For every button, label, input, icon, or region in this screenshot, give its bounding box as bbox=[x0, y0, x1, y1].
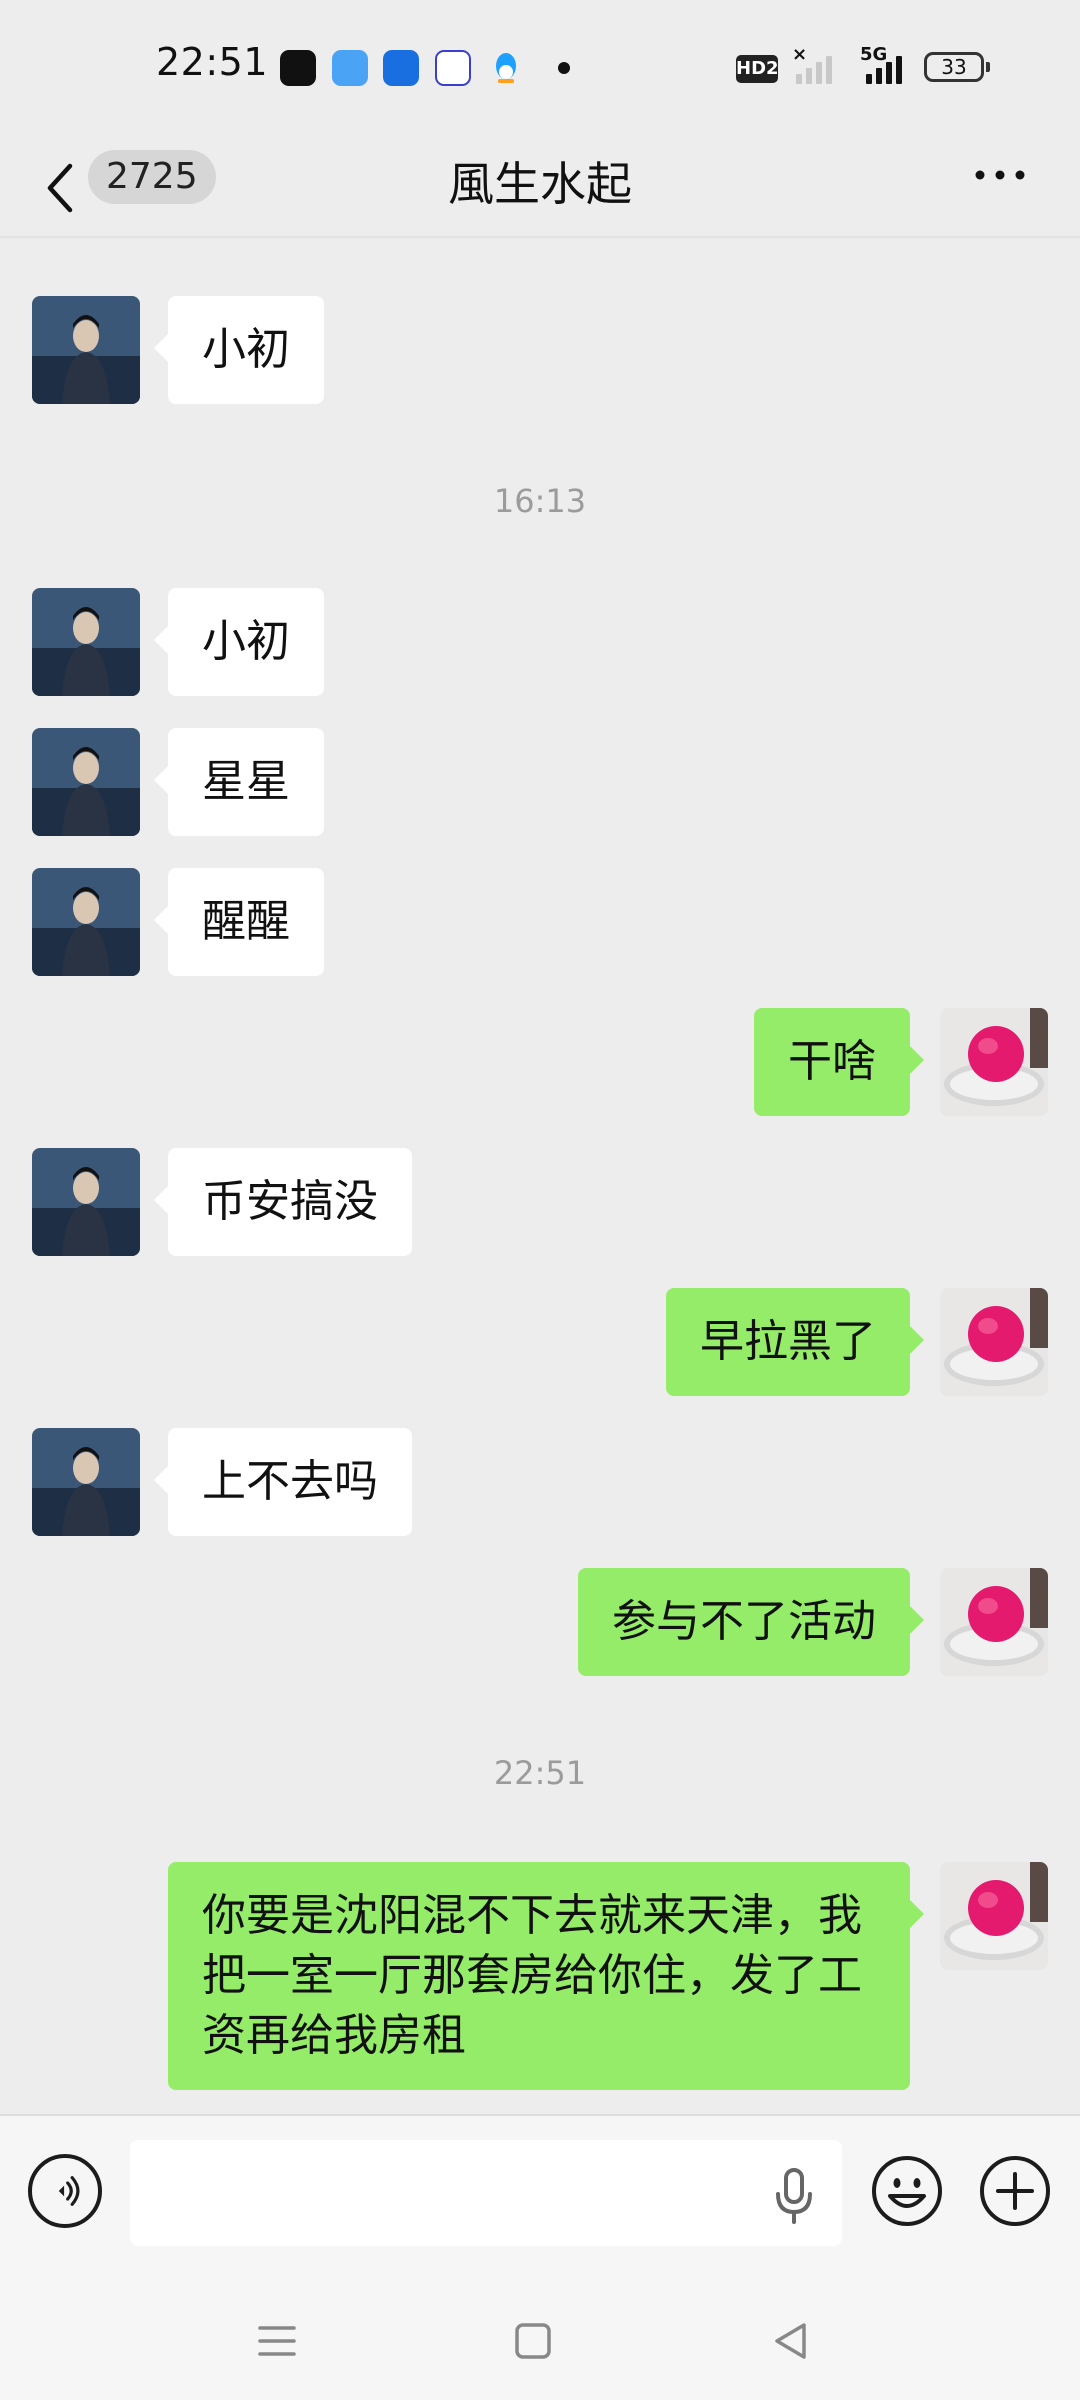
plus-icon[interactable] bbox=[978, 2154, 1052, 2228]
message-timestamp: 16:13 bbox=[493, 482, 587, 520]
message-input[interactable] bbox=[130, 2140, 842, 2246]
signal-strength-5g-icon bbox=[866, 50, 902, 84]
autohome-icon bbox=[383, 50, 419, 86]
back-triangle-icon[interactable] bbox=[766, 2316, 816, 2366]
notification-dot-icon bbox=[558, 62, 570, 74]
friend-avatar[interactable] bbox=[32, 588, 140, 696]
outgoing-message-bubble[interactable]: 干啥 bbox=[754, 1008, 924, 1116]
incoming-message-bubble[interactable]: 星星 bbox=[154, 728, 324, 836]
self-avatar[interactable] bbox=[940, 1568, 1048, 1676]
incoming-message-bubble[interactable]: 醒醒 bbox=[154, 868, 324, 976]
self-avatar[interactable] bbox=[940, 1008, 1048, 1116]
emoji-icon[interactable] bbox=[870, 2154, 944, 2228]
home-icon[interactable] bbox=[508, 2316, 558, 2366]
incoming-message-bubble[interactable]: 小初 bbox=[154, 588, 324, 696]
chat-title: 風生水起 bbox=[448, 157, 632, 211]
self-avatar[interactable] bbox=[940, 1862, 1048, 1970]
outgoing-message-bubble[interactable]: 你要是沈阳混不下去就来天津，我把一室一厅那套房给你住，发了工资再给我房租 bbox=[168, 1862, 924, 2090]
system-navigation-bar bbox=[0, 2280, 1080, 2400]
more-horizontal-icon[interactable] bbox=[970, 160, 1030, 190]
hd-badge: HD2 bbox=[736, 55, 779, 83]
mic-icon[interactable] bbox=[770, 2166, 818, 2226]
self-avatar[interactable] bbox=[940, 1288, 1048, 1396]
signal-strength-icon bbox=[796, 50, 832, 84]
outgoing-message-bubble[interactable]: 参与不了活动 bbox=[578, 1568, 924, 1676]
message-timestamp: 22:51 bbox=[493, 1754, 587, 1792]
incoming-message-bubble[interactable]: 上不去吗 bbox=[154, 1428, 412, 1536]
douyin-icon bbox=[280, 50, 316, 86]
friend-avatar[interactable] bbox=[32, 728, 140, 836]
incoming-message-bubble[interactable]: 币安搞没 bbox=[154, 1148, 412, 1256]
friend-avatar[interactable] bbox=[32, 1428, 140, 1536]
message-list[interactable]: 小初 16:13 小初 星星 醒醒 干啥 币安搞没 早拉黑了 上不去吗 参与不了… bbox=[0, 238, 1080, 2114]
status-time: 22:51 bbox=[156, 40, 269, 84]
recent-apps-icon[interactable] bbox=[252, 2316, 302, 2366]
incoming-message-bubble[interactable]: 小初 bbox=[154, 296, 324, 404]
battery-icon: 33 bbox=[924, 52, 990, 82]
friend-avatar[interactable] bbox=[32, 296, 140, 404]
status-bar: 22:51 HD2 × 5G 33 bbox=[0, 0, 1080, 140]
friend-avatar[interactable] bbox=[32, 868, 140, 976]
chat-input-bar bbox=[0, 2114, 1080, 2282]
weather-icon bbox=[332, 50, 368, 86]
tieba-icon bbox=[435, 50, 471, 86]
qq-icon bbox=[496, 53, 516, 83]
outgoing-message-bubble[interactable]: 早拉黑了 bbox=[666, 1288, 924, 1396]
chat-header: 2725 風生水起 bbox=[0, 140, 1080, 236]
friend-avatar[interactable] bbox=[32, 1148, 140, 1256]
voice-icon[interactable] bbox=[28, 2154, 102, 2228]
